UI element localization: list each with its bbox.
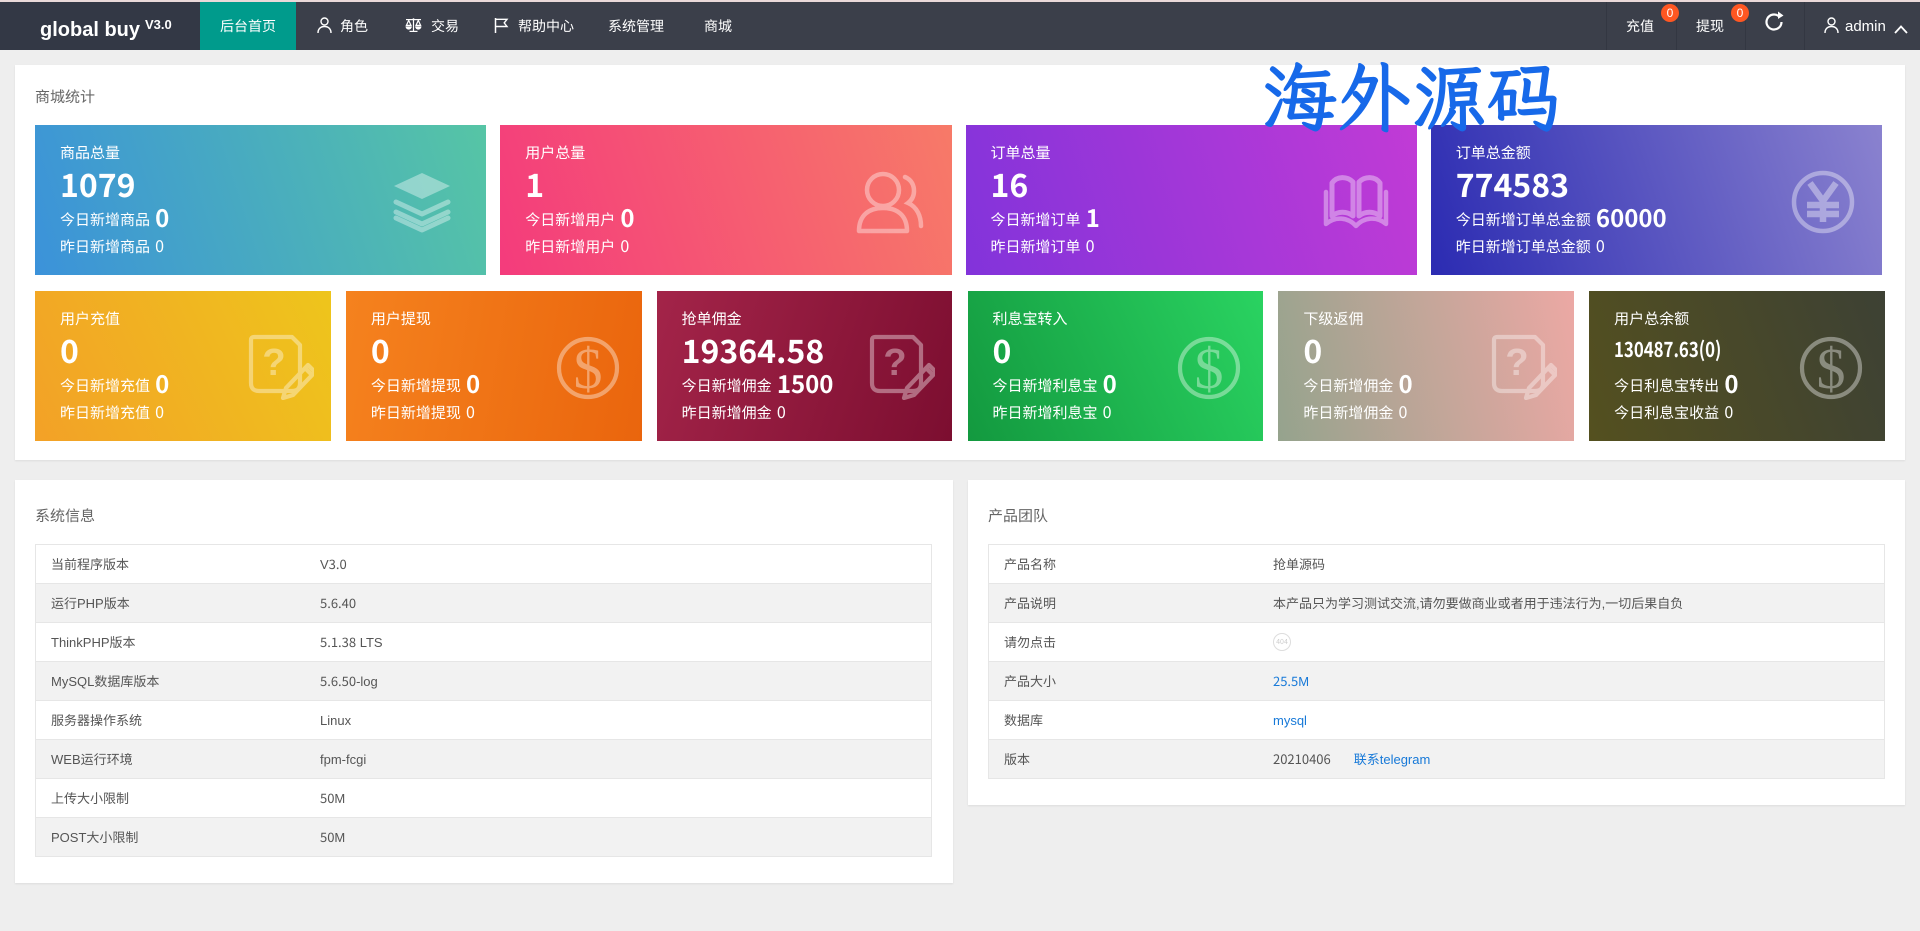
svg-text:$: $ — [573, 336, 602, 400]
svg-text:$: $ — [1816, 336, 1845, 400]
svg-text:?: ? — [884, 342, 907, 384]
svg-text:?: ? — [262, 342, 285, 384]
svg-text:?: ? — [1506, 342, 1529, 384]
svg-text:$: $ — [1195, 336, 1224, 400]
